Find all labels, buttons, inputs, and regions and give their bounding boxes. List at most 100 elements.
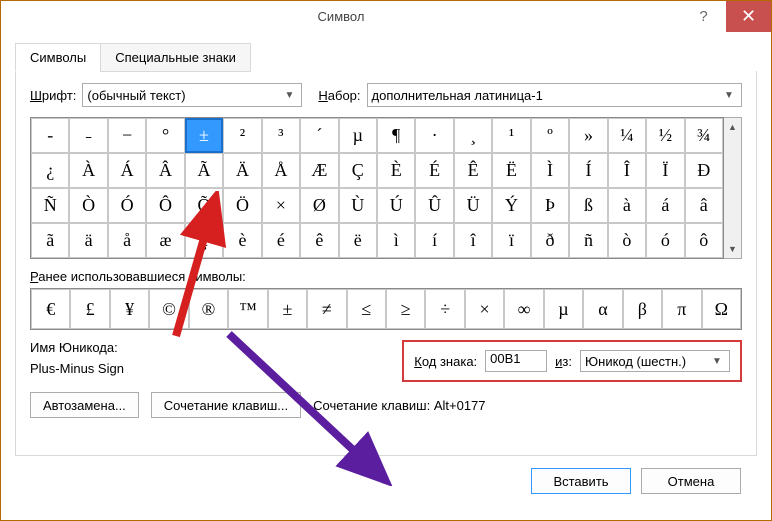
grid-cell[interactable]: ä bbox=[69, 223, 107, 258]
grid-cell[interactable]: Ú bbox=[377, 188, 415, 223]
recent-cell[interactable]: £ bbox=[70, 289, 109, 329]
grid-cell[interactable]: ½ bbox=[646, 118, 684, 153]
grid-cell[interactable]: Æ bbox=[300, 153, 338, 188]
grid-cell[interactable]: ß bbox=[569, 188, 607, 223]
grid-cell[interactable]: » bbox=[569, 118, 607, 153]
grid-cell[interactable]: Ã bbox=[185, 153, 223, 188]
recent-cell[interactable]: µ bbox=[544, 289, 583, 329]
grid-cell[interactable]: ë bbox=[339, 223, 377, 258]
recent-cell[interactable]: ≥ bbox=[386, 289, 425, 329]
scroll-up-icon[interactable]: ▲ bbox=[724, 118, 741, 136]
grid-cell[interactable]: Þ bbox=[531, 188, 569, 223]
grid-cell[interactable]: − bbox=[108, 118, 146, 153]
grid-cell[interactable]: ¼ bbox=[608, 118, 646, 153]
grid-cell[interactable]: ñ bbox=[569, 223, 607, 258]
grid-cell[interactable]: Í bbox=[569, 153, 607, 188]
recent-cell[interactable]: ≠ bbox=[307, 289, 346, 329]
grid-cell[interactable]: Ç bbox=[339, 153, 377, 188]
scroll-track[interactable] bbox=[724, 136, 741, 240]
insert-button[interactable]: Вставить bbox=[531, 468, 631, 494]
scroll-down-icon[interactable]: ▼ bbox=[724, 240, 741, 258]
grid-cell[interactable]: Ë bbox=[492, 153, 530, 188]
grid-cell[interactable]: ¶ bbox=[377, 118, 415, 153]
grid-cell[interactable]: é bbox=[262, 223, 300, 258]
grid-cell[interactable]: Û bbox=[415, 188, 453, 223]
symbol-grid[interactable]: -˗−°±²³´µ¶·¸¹º»¼½¾ ¿ÀÁÂÃÄÅÆÇÈÉÊËÌÍÎÏÐ ÑÒÓÔ… bbox=[30, 117, 724, 259]
grid-cell[interactable]: È bbox=[377, 153, 415, 188]
grid-cell[interactable]: ð bbox=[531, 223, 569, 258]
shortcut-button[interactable]: Сочетание клавиш... bbox=[151, 392, 301, 418]
cancel-button[interactable]: Отмена bbox=[641, 468, 741, 494]
grid-cell[interactable]: í bbox=[415, 223, 453, 258]
recent-cell[interactable]: β bbox=[623, 289, 662, 329]
grid-cell[interactable]: Î bbox=[608, 153, 646, 188]
grid-cell[interactable]: ¹ bbox=[492, 118, 530, 153]
grid-cell[interactable]: Å bbox=[262, 153, 300, 188]
grid-cell[interactable]: Ö bbox=[223, 188, 261, 223]
grid-cell[interactable]: ê bbox=[300, 223, 338, 258]
code-input[interactable]: 00B1 bbox=[485, 350, 547, 372]
help-button[interactable]: ? bbox=[681, 1, 726, 32]
grid-cell[interactable]: É bbox=[415, 153, 453, 188]
grid-cell[interactable]: Õ bbox=[185, 188, 223, 223]
recent-cell[interactable]: ™ bbox=[228, 289, 267, 329]
grid-cell[interactable]: ³ bbox=[262, 118, 300, 153]
grid-cell[interactable]: á bbox=[646, 188, 684, 223]
grid-cell[interactable]: Ï bbox=[646, 153, 684, 188]
grid-cell[interactable]: Ñ bbox=[31, 188, 69, 223]
grid-cell[interactable]: Á bbox=[108, 153, 146, 188]
recent-cell[interactable]: ® bbox=[189, 289, 228, 329]
recent-cell[interactable]: ≤ bbox=[347, 289, 386, 329]
recent-cell[interactable]: ∞ bbox=[504, 289, 543, 329]
grid-cell[interactable]: À bbox=[69, 153, 107, 188]
grid-cell[interactable]: - bbox=[31, 118, 69, 153]
grid-cell[interactable]: Ü bbox=[454, 188, 492, 223]
subset-select[interactable]: дополнительная латиница-1 ▼ bbox=[367, 83, 742, 107]
recent-cell[interactable]: α bbox=[583, 289, 622, 329]
close-button[interactable]: ✕ bbox=[726, 1, 771, 32]
grid-cell[interactable]: ˗ bbox=[69, 118, 107, 153]
tab-special[interactable]: Специальные знаки bbox=[100, 43, 251, 72]
grid-cell[interactable]: ¸ bbox=[454, 118, 492, 153]
grid-cell[interactable]: ò bbox=[608, 223, 646, 258]
grid-cell[interactable]: Ó bbox=[108, 188, 146, 223]
grid-cell[interactable]: ´ bbox=[300, 118, 338, 153]
grid-cell[interactable]: ¿ bbox=[31, 153, 69, 188]
recent-cell[interactable]: × bbox=[465, 289, 504, 329]
grid-cell[interactable]: ô bbox=[685, 223, 723, 258]
grid-cell[interactable]: â bbox=[685, 188, 723, 223]
grid-cell[interactable]: º bbox=[531, 118, 569, 153]
grid-cell[interactable]: µ bbox=[339, 118, 377, 153]
font-select[interactable]: (обычный текст) ▼ bbox=[82, 83, 302, 107]
grid-cell[interactable]: Ä bbox=[223, 153, 261, 188]
grid-cell[interactable]: ç bbox=[185, 223, 223, 258]
grid-cell[interactable]: Ì bbox=[531, 153, 569, 188]
grid-cell[interactable]: Ê bbox=[454, 153, 492, 188]
grid-scrollbar[interactable]: ▲ ▼ bbox=[724, 117, 742, 259]
grid-cell[interactable]: ï bbox=[492, 223, 530, 258]
grid-cell[interactable]: · bbox=[415, 118, 453, 153]
grid-cell[interactable]: è bbox=[223, 223, 261, 258]
grid-cell[interactable]: Ø bbox=[300, 188, 338, 223]
grid-cell[interactable]: ± bbox=[185, 118, 223, 153]
grid-cell[interactable]: Â bbox=[146, 153, 184, 188]
grid-cell[interactable]: ° bbox=[146, 118, 184, 153]
grid-cell[interactable]: Ô bbox=[146, 188, 184, 223]
grid-cell[interactable]: ã bbox=[31, 223, 69, 258]
grid-cell[interactable]: ì bbox=[377, 223, 415, 258]
recent-cell[interactable]: π bbox=[662, 289, 701, 329]
grid-cell[interactable]: ² bbox=[223, 118, 261, 153]
grid-cell[interactable]: Ð bbox=[685, 153, 723, 188]
grid-cell[interactable]: à bbox=[608, 188, 646, 223]
recent-cell[interactable]: ÷ bbox=[425, 289, 464, 329]
grid-cell[interactable]: Ò bbox=[69, 188, 107, 223]
grid-cell[interactable]: ó bbox=[646, 223, 684, 258]
grid-cell[interactable]: Ý bbox=[492, 188, 530, 223]
recent-cell[interactable]: Ω bbox=[702, 289, 741, 329]
grid-cell[interactable]: Ù bbox=[339, 188, 377, 223]
recent-cell[interactable]: € bbox=[31, 289, 70, 329]
grid-cell[interactable]: æ bbox=[146, 223, 184, 258]
grid-cell[interactable]: î bbox=[454, 223, 492, 258]
grid-cell[interactable]: ¾ bbox=[685, 118, 723, 153]
recent-cell[interactable]: ¥ bbox=[110, 289, 149, 329]
